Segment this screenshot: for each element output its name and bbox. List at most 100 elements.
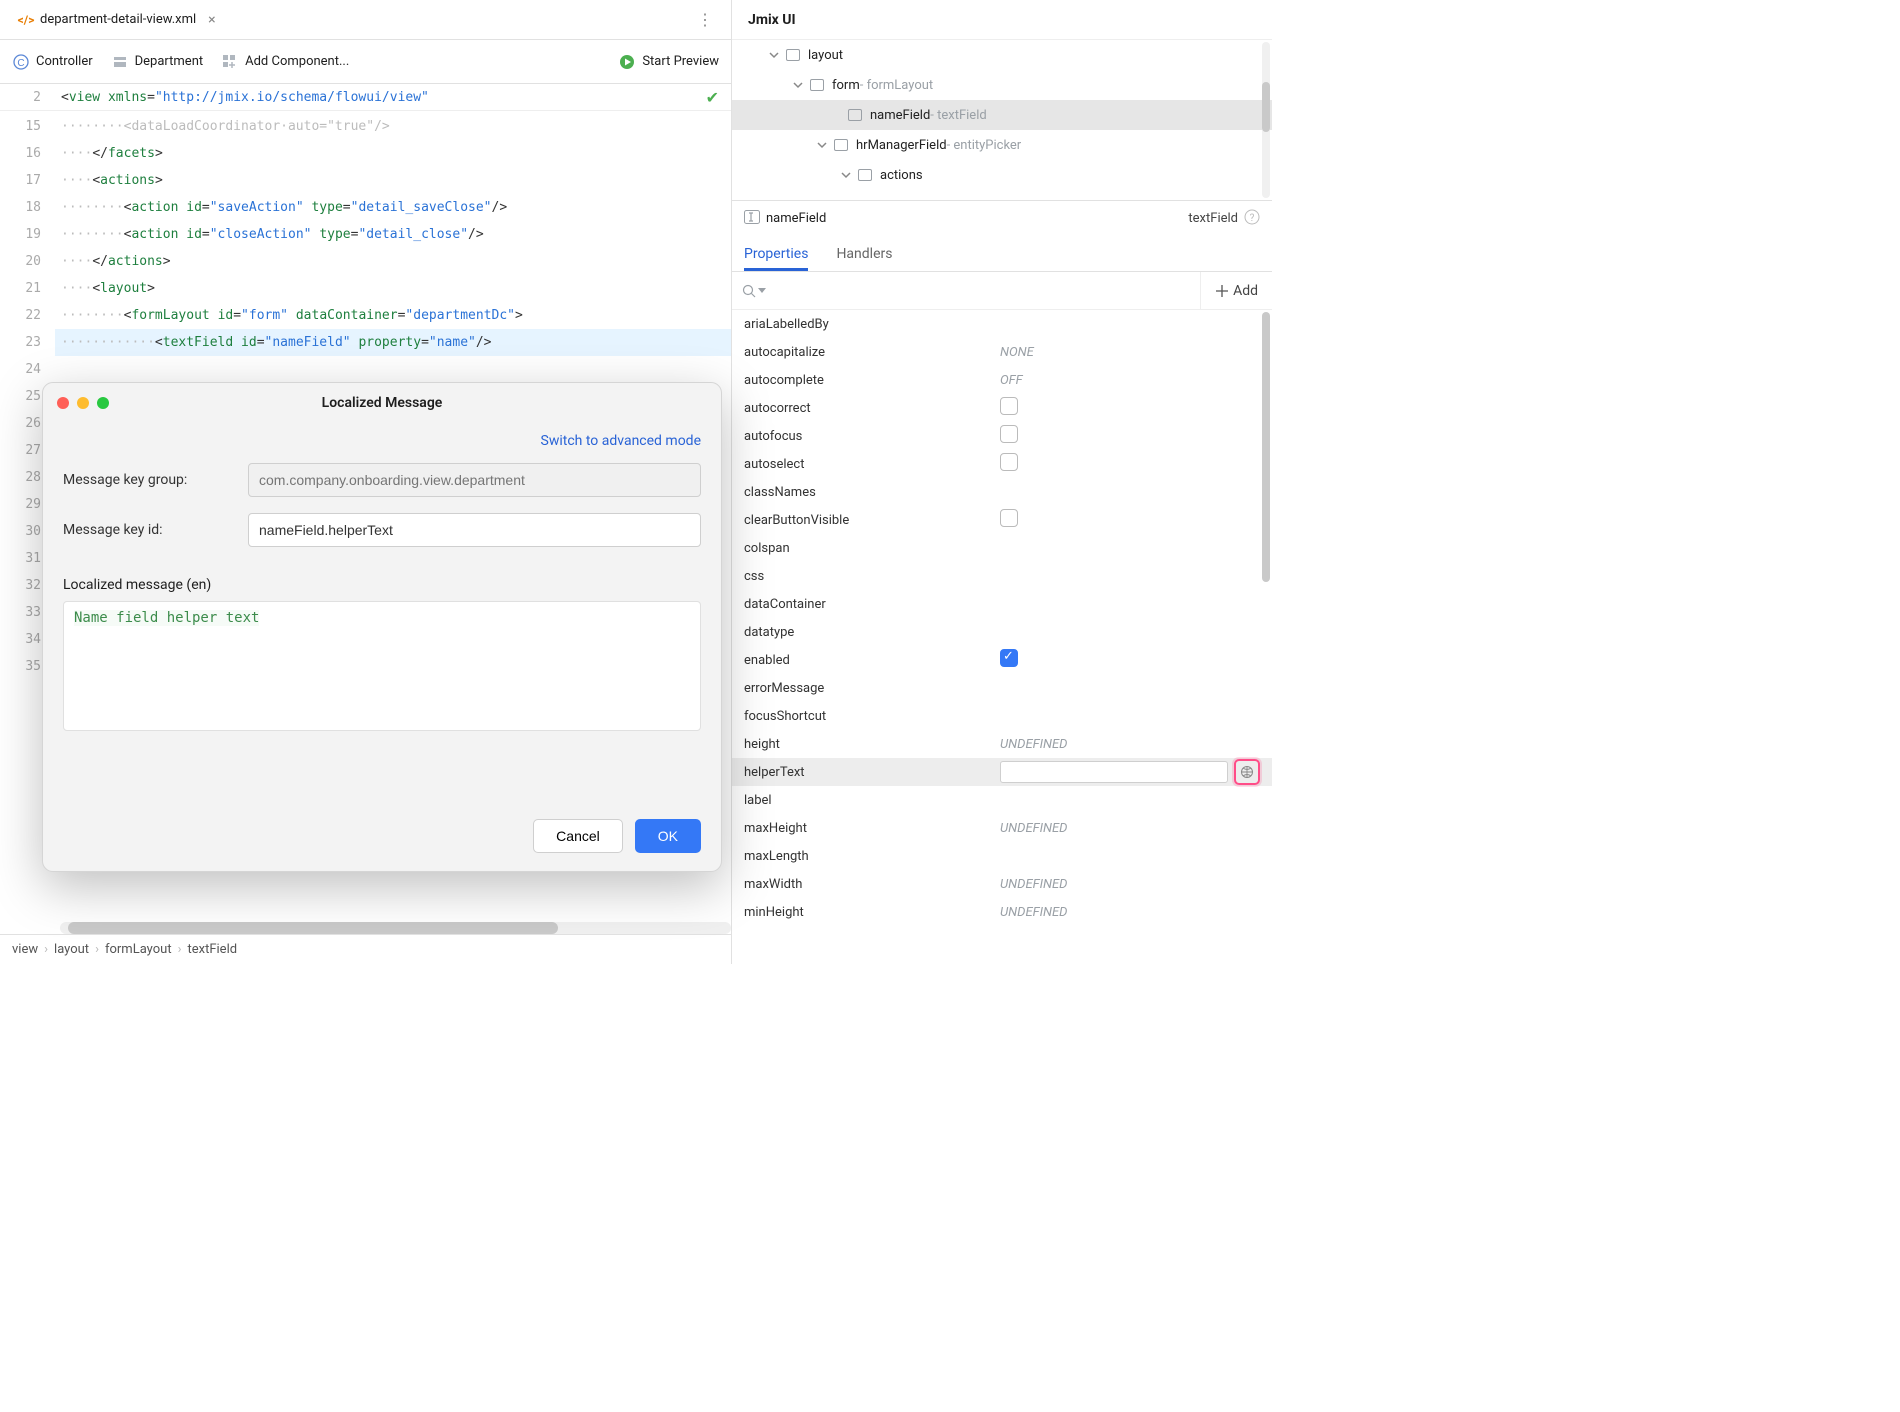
breadcrumb-item[interactable]: textField <box>187 942 237 957</box>
property-value: UNDEFINED <box>1000 821 1260 836</box>
code-line[interactable] <box>55 356 731 383</box>
code-line[interactable]: ········<action id="closeAction" type="d… <box>55 221 731 248</box>
help-icon[interactable]: ? <box>1244 209 1260 229</box>
line-number: 15 <box>0 113 41 140</box>
property-row[interactable]: colspan <box>732 534 1272 562</box>
checkbox[interactable] <box>1000 649 1018 667</box>
component-icon <box>856 169 874 181</box>
breadcrumb-item[interactable]: layout <box>54 942 89 957</box>
property-row[interactable]: autocorrect <box>732 394 1272 422</box>
tree-item[interactable]: form - formLayout <box>732 70 1272 100</box>
sticky-code: <view xmlns="http://jmix.io/schema/flowu… <box>55 84 731 110</box>
property-row[interactable]: maxWidthUNDEFINED <box>732 870 1272 898</box>
search-input[interactable] <box>732 284 1200 298</box>
tree-label: actions <box>880 168 923 183</box>
breadcrumb-separator: › <box>44 942 48 957</box>
property-row[interactable]: helperText <box>732 758 1272 786</box>
localized-message-input[interactable]: Name field helper text <box>63 601 701 731</box>
property-row[interactable]: datatype <box>732 618 1272 646</box>
horizontal-scrollbar[interactable] <box>60 922 731 934</box>
tab-handlers[interactable]: Handlers <box>836 246 892 271</box>
code-line[interactable]: ····</facets> <box>55 140 731 167</box>
department-button[interactable]: Department <box>111 53 204 71</box>
code-line[interactable]: ····<layout> <box>55 275 731 302</box>
property-value[interactable] <box>1000 509 1260 531</box>
property-row[interactable]: errorMessage <box>732 674 1272 702</box>
tree-scrollbar[interactable] <box>1262 42 1270 198</box>
property-row[interactable]: autocapitalizeNONE <box>732 338 1272 366</box>
code-line[interactable]: ····</actions> <box>55 248 731 275</box>
property-row[interactable]: autocompleteOFF <box>732 366 1272 394</box>
inspector-name: nameField <box>766 211 826 226</box>
tree-type: - formLayout <box>860 78 933 93</box>
tree-item[interactable]: hrManagerField - entityPicker <box>732 130 1272 160</box>
scroll-thumb[interactable] <box>68 922 558 934</box>
property-row[interactable]: ariaLabelledBy <box>732 310 1272 338</box>
property-input[interactable] <box>1000 761 1228 783</box>
property-row[interactable]: focusShortcut <box>732 702 1272 730</box>
breadcrumb-item[interactable]: formLayout <box>105 942 172 957</box>
tree-label: hrManagerField <box>856 138 947 153</box>
start-preview-button[interactable]: Start Preview <box>618 53 719 71</box>
code-line[interactable]: ········<action id="saveAction" type="de… <box>55 194 731 221</box>
property-row[interactable]: classNames <box>732 478 1272 506</box>
key-id-input[interactable] <box>248 513 701 547</box>
tree-item[interactable]: nameField - textField <box>732 100 1272 130</box>
property-row[interactable]: enabled <box>732 646 1272 674</box>
localize-button[interactable] <box>1234 759 1260 785</box>
add-button[interactable]: Add <box>1200 272 1272 309</box>
props-scrollbar[interactable] <box>1262 312 1270 962</box>
property-row[interactable]: maxLength <box>732 842 1272 870</box>
property-row[interactable]: clearButtonVisible <box>732 506 1272 534</box>
checkbox[interactable] <box>1000 453 1018 471</box>
property-row[interactable]: dataContainer <box>732 590 1272 618</box>
add-component-button[interactable]: Add Component... <box>221 53 349 71</box>
checkbox[interactable] <box>1000 397 1018 415</box>
dialog-title: Localized Message <box>43 395 721 411</box>
property-name: css <box>744 569 1000 584</box>
property-row[interactable]: label <box>732 786 1272 814</box>
component-icon <box>784 49 802 61</box>
property-row[interactable]: autofocus <box>732 422 1272 450</box>
property-value[interactable] <box>1000 649 1260 671</box>
entity-icon <box>111 53 129 71</box>
sticky-line-number: 2 <box>0 84 55 110</box>
scroll-thumb[interactable] <box>1262 312 1270 582</box>
property-name: maxLength <box>744 849 1000 864</box>
code-line[interactable]: ············<textField id="nameField" pr… <box>55 329 731 356</box>
localized-message-label: Localized message (en) <box>63 577 701 593</box>
controller-button[interactable]: C Controller <box>12 53 93 71</box>
code-line[interactable]: ····<actions> <box>55 167 731 194</box>
key-group-input[interactable] <box>248 463 701 497</box>
editor-tab[interactable]: </> department-detail-view.xml × <box>8 0 226 39</box>
line-number: 24 <box>0 356 41 383</box>
property-value[interactable] <box>1000 425 1260 447</box>
property-value[interactable] <box>1000 453 1260 475</box>
line-number: 30 <box>0 518 41 545</box>
dialog-titlebar[interactable]: Localized Message <box>43 383 721 423</box>
scroll-thumb[interactable] <box>1262 82 1270 132</box>
property-row[interactable]: autoselect <box>732 450 1272 478</box>
checkbox[interactable] <box>1000 425 1018 443</box>
tab-properties[interactable]: Properties <box>744 246 808 271</box>
checkbox[interactable] <box>1000 509 1018 527</box>
code-line[interactable]: ········<formLayout id="form" dataContai… <box>55 302 731 329</box>
close-icon[interactable]: × <box>208 12 215 28</box>
tree-item[interactable]: actions <box>732 160 1272 190</box>
switch-mode-link[interactable]: Switch to advanced mode <box>63 433 701 449</box>
property-row[interactable]: maxHeightUNDEFINED <box>732 814 1272 842</box>
more-icon[interactable]: ⋮ <box>697 10 723 29</box>
tree-item[interactable]: layout <box>732 40 1272 70</box>
breadcrumb-item[interactable]: view <box>12 942 38 957</box>
properties-list[interactable]: ariaLabelledByautocapitalizeNONEautocomp… <box>732 310 1272 964</box>
property-row[interactable]: heightUNDEFINED <box>732 730 1272 758</box>
ok-button[interactable]: OK <box>635 819 701 853</box>
property-value[interactable] <box>1000 397 1260 419</box>
property-row[interactable]: minHeightUNDEFINED <box>732 898 1272 926</box>
code-line[interactable]: ········<dataLoadCoordinator·auto="true"… <box>55 113 731 140</box>
cancel-button[interactable]: Cancel <box>533 819 623 853</box>
key-id-label: Message key id: <box>63 522 238 538</box>
component-tree[interactable]: layoutform - formLayoutnameField - textF… <box>732 40 1272 200</box>
property-row[interactable]: css <box>732 562 1272 590</box>
search-add-bar: Add <box>732 272 1272 310</box>
